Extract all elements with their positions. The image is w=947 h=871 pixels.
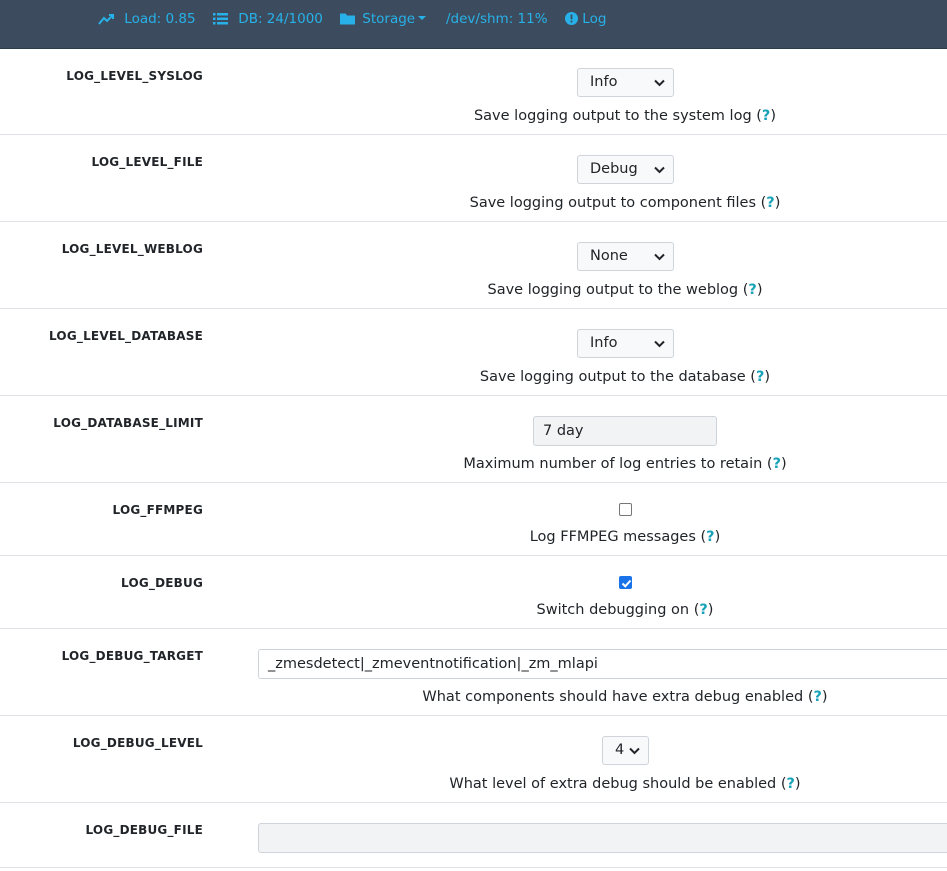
description-text: What level of extra debug should be enab… <box>449 776 787 792</box>
description-text: Save logging output to the database ( <box>479 369 756 385</box>
help-link[interactable]: ? <box>748 282 756 298</box>
setting-label: LOG_LEVEL_SYSLOG <box>66 69 203 83</box>
storage-dropdown[interactable]: Storage <box>340 11 427 27</box>
description-close: ) <box>770 108 777 124</box>
setting-description: Save logging output to the database (?) <box>0 369 947 385</box>
db-text: DB: 24/1000 <box>238 11 323 27</box>
description-text: Save logging output to the weblog ( <box>487 282 749 298</box>
setting-label: LOG_DEBUG_FILE <box>85 823 203 837</box>
setting-row-log-level-syslog: LOG_LEVEL_SYSLOG Info Save logging outpu… <box>0 49 947 135</box>
setting-label: LOG_LEVEL_DATABASE <box>49 329 203 343</box>
setting-label: LOG_DATABASE_LIMIT <box>53 416 203 430</box>
help-link[interactable]: ? <box>706 529 714 545</box>
setting-row-log-ffmpeg: LOG_FFMPEG Log FFMPEG messages (?) <box>0 483 947 556</box>
setting-description: Maximum number of log entries to retain … <box>0 456 947 472</box>
setting-row-log-debug-target: LOG_DEBUG_TARGET _zmesdetect|_zmeventnot… <box>0 629 947 716</box>
setting-label: LOG_FFMPEG <box>112 503 203 517</box>
setting-description: Log FFMPEG messages (?) <box>0 529 947 545</box>
shm-text: /dev/shm: 11% <box>446 11 548 27</box>
log-level-database-select[interactable]: Info <box>577 329 674 358</box>
setting-label: LOG_DEBUG_TARGET <box>61 649 203 663</box>
description-text: Save logging output to the system log ( <box>473 108 762 124</box>
select-value: 4 <box>615 742 625 758</box>
setting-row-log-level-file: LOG_LEVEL_FILE Debug Save logging output… <box>0 135 947 222</box>
description-close: ) <box>774 195 781 211</box>
storage-text: Storage <box>362 11 416 27</box>
select-value: Info <box>590 74 618 90</box>
log-debug-target-input[interactable]: _zmesdetect|_zmeventnotification|_zm_mla… <box>258 649 947 679</box>
chevron-down-icon <box>654 253 665 261</box>
setting-description: Save logging output to component files (… <box>0 195 947 211</box>
help-link[interactable]: ? <box>699 602 707 618</box>
chevron-down-icon <box>654 340 665 348</box>
description-close: ) <box>821 689 828 705</box>
setting-description: What level of extra debug should be enab… <box>0 776 947 792</box>
setting-label: LOG_LEVEL_WEBLOG <box>61 242 203 256</box>
log-level-syslog-select[interactable]: Info <box>577 68 674 97</box>
select-value: Debug <box>590 161 638 177</box>
setting-row-log-debug-level: LOG_DEBUG_LEVEL 4 What level of extra de… <box>0 716 947 803</box>
description-text: Maximum number of log entries to retain … <box>463 456 773 472</box>
list-icon <box>213 11 228 27</box>
setting-description: Switch debugging on (?) <box>0 602 947 618</box>
description-close: ) <box>756 282 763 298</box>
top-navbar: Load: 0.85 DB: 24/1000 Storage /dev/shm:… <box>0 0 947 49</box>
info-circle-icon <box>565 11 578 27</box>
setting-description: Save logging output to the weblog (?) <box>0 282 947 298</box>
chevron-down-icon <box>654 79 665 87</box>
description-text: Save logging output to component files ( <box>469 195 767 211</box>
description-text: Log FFMPEG messages ( <box>529 529 707 545</box>
log-database-limit-input[interactable]: 7 day <box>533 416 717 446</box>
select-value: None <box>590 248 628 264</box>
log-debug-level-select[interactable]: 4 <box>602 736 649 765</box>
setting-description: What components should have extra debug … <box>0 689 947 705</box>
setting-row-log-level-database: LOG_LEVEL_DATABASE Info Save logging out… <box>0 309 947 396</box>
log-level-weblog-select[interactable]: None <box>577 242 674 271</box>
chevron-down-icon <box>418 16 427 20</box>
load-stat[interactable]: Load: 0.85 <box>98 11 196 27</box>
help-link[interactable]: ? <box>787 776 795 792</box>
chevron-down-icon <box>629 747 640 755</box>
description-close: ) <box>707 602 714 618</box>
log-text: Log <box>582 11 607 27</box>
trending-up-icon <box>98 11 115 27</box>
checkmark-icon <box>621 579 632 588</box>
db-stat[interactable]: DB: 24/1000 <box>213 11 323 27</box>
setting-label: LOG_LEVEL_FILE <box>91 155 203 169</box>
log-debug-file-input[interactable] <box>258 823 947 853</box>
shm-stat[interactable]: /dev/shm: 11% <box>446 11 548 27</box>
setting-row-log-level-weblog: LOG_LEVEL_WEBLOG None Save logging outpu… <box>0 222 947 309</box>
load-text: Load: 0.85 <box>124 11 196 27</box>
help-link[interactable]: ? <box>773 456 781 472</box>
log-debug-checkbox[interactable] <box>619 576 632 589</box>
log-ffmpeg-checkbox[interactable] <box>619 503 632 516</box>
description-close: ) <box>714 529 721 545</box>
description-text: Switch debugging on ( <box>536 602 700 618</box>
description-close: ) <box>764 369 771 385</box>
log-level-file-select[interactable]: Debug <box>577 155 674 184</box>
description-close: ) <box>794 776 801 792</box>
setting-row-log-debug-file: LOG_DEBUG_FILE <box>0 803 947 868</box>
description-text: What components should have extra debug … <box>422 689 814 705</box>
select-value: Info <box>590 335 618 351</box>
setting-label: LOG_DEBUG <box>121 576 203 590</box>
setting-row-log-debug: LOG_DEBUG Switch debugging on (?) <box>0 556 947 629</box>
log-link[interactable]: Log <box>565 11 606 27</box>
setting-description: Save logging output to the system log (?… <box>0 108 947 124</box>
folder-icon <box>340 11 355 27</box>
help-link[interactable]: ? <box>766 195 774 211</box>
setting-label: LOG_DEBUG_LEVEL <box>72 736 203 750</box>
help-link[interactable]: ? <box>813 689 821 705</box>
chevron-down-icon <box>654 166 665 174</box>
setting-row-log-database-limit: LOG_DATABASE_LIMIT 7 day Maximum number … <box>0 396 947 483</box>
description-close: ) <box>780 456 787 472</box>
